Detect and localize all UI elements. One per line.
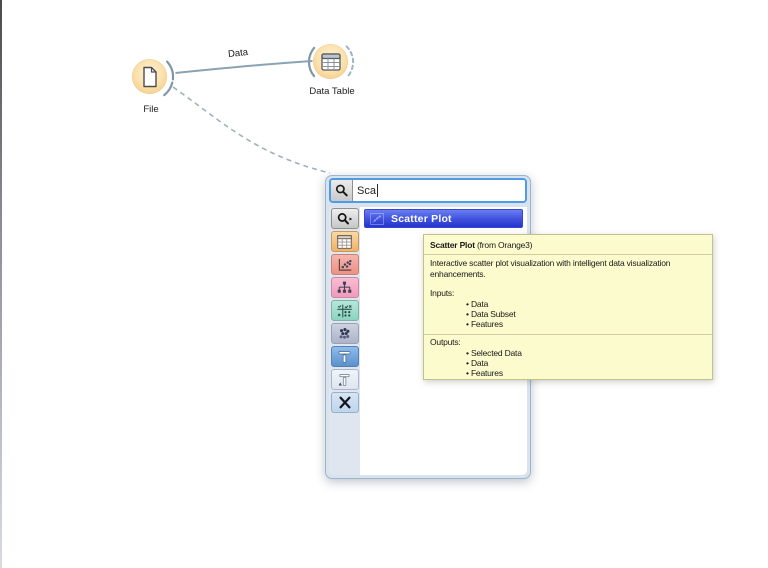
result-label: Scatter Plot (391, 213, 452, 225)
category-sidebar (329, 207, 360, 475)
search-field-text[interactable]: Sca (353, 180, 525, 201)
category-button-search[interactable] (331, 208, 359, 229)
node-label-data-table: Data Table (309, 86, 354, 97)
tooltip-output-item: Data (466, 358, 706, 368)
category-button-data[interactable] (331, 231, 359, 252)
category-button-evaluate[interactable] (331, 300, 359, 321)
tooltip-inputs-list: Data Data Subset Features (430, 299, 706, 329)
tooltip-title: Scatter Plot (430, 240, 475, 250)
text-caret (377, 184, 378, 197)
search-input[interactable]: Sca (329, 178, 527, 203)
tee-widget-icon (336, 349, 353, 365)
search-magnifier-button[interactable] (331, 180, 353, 201)
tooltip-inputs-label: Inputs: (430, 288, 706, 299)
link-file-to-datatable[interactable] (176, 61, 313, 73)
tooltip-output-item: Features (466, 368, 706, 378)
node-label-file: File (143, 104, 158, 115)
tooltip-input-item: Data (466, 299, 706, 309)
category-button-remove[interactable] (331, 392, 359, 413)
scatter-plot-icon (336, 257, 353, 273)
file-output-anchor-arc-2[interactable] (164, 83, 172, 96)
tooltip-outputs-list: Selected Data Data Features (430, 348, 706, 378)
search-icon (334, 183, 349, 198)
tooltip-input-item: Features (466, 319, 706, 329)
tooltip-output-item: Selected Data (466, 348, 706, 358)
data-table-icon (336, 234, 353, 250)
tooltip-input-item: Data Subset (466, 309, 706, 319)
widget-node-data-table[interactable] (313, 44, 348, 79)
link-label: Data (227, 47, 248, 60)
tooltip-title-line: Scatter Plot (from Orange3) (430, 239, 706, 251)
widget-node-file[interactable] (132, 59, 167, 94)
tooltip-description: Interactive scatter plot visualization w… (430, 258, 706, 280)
document-icon (141, 66, 159, 88)
cluster-dots-icon (336, 326, 353, 342)
scatter-plot-icon (370, 212, 384, 226)
widget-tooltip: Scatter Plot (from Orange3) Interactive … (423, 234, 713, 380)
evaluate-grid-icon (336, 303, 353, 319)
search-icon (336, 211, 353, 227)
category-button-addon-light[interactable] (331, 369, 359, 390)
category-button-visualize[interactable] (331, 254, 359, 275)
model-tree-icon (336, 280, 353, 296)
tee-outline-widget-icon (336, 372, 353, 388)
tooltip-separator (424, 254, 712, 255)
pending-link-dashed[interactable] (173, 87, 330, 173)
search-value: Sca (357, 185, 376, 197)
tooltip-separator (424, 334, 712, 335)
tooltip-origin: (from Orange3) (475, 240, 532, 250)
category-button-unsupervised[interactable] (331, 323, 359, 344)
tooltip-outputs-label: Outputs: (430, 337, 706, 348)
table-icon (320, 52, 342, 72)
x-icon (337, 395, 353, 410)
category-button-addon-blue[interactable] (331, 346, 359, 367)
category-button-model[interactable] (331, 277, 359, 298)
file-output-anchor-arc[interactable] (167, 62, 173, 80)
result-row-scatter-plot[interactable]: Scatter Plot (364, 209, 523, 228)
